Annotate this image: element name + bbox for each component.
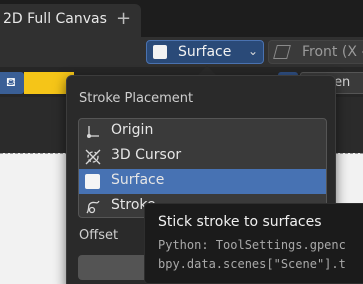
option-label: Surface bbox=[111, 172, 165, 188]
drawing-plane-dropdown[interactable]: Front (X – bbox=[268, 40, 363, 64]
option-label: 3D Cursor bbox=[111, 147, 182, 163]
stroke-placement-value: Surface bbox=[178, 44, 232, 60]
chevron-down-icon: ⌄ bbox=[248, 44, 259, 58]
option-3d-cursor[interactable]: 3D Cursor bbox=[79, 144, 326, 169]
option-label: Origin bbox=[111, 122, 154, 138]
tab-label: 2D Full Canvas bbox=[3, 11, 107, 27]
tooltip-data-path: bpy.data.scenes["Scene"].t bbox=[158, 257, 346, 271]
offset-label: Offset bbox=[79, 228, 119, 243]
brush-icon: ⛾ bbox=[6, 75, 16, 89]
popup-title: Stroke Placement bbox=[79, 91, 194, 106]
origin-icon bbox=[87, 126, 99, 138]
tooltip-title: Stick stroke to surfaces bbox=[158, 214, 322, 230]
surface-icon bbox=[85, 174, 100, 189]
stroke-icon bbox=[86, 200, 100, 214]
option-origin[interactable]: Origin bbox=[79, 119, 326, 144]
cursor-3d-icon bbox=[85, 149, 101, 165]
add-workspace-icon[interactable]: + bbox=[116, 8, 131, 29]
plane-icon bbox=[273, 45, 291, 59]
tool-icon-button[interactable]: ⛾ bbox=[0, 72, 24, 94]
surface-icon bbox=[153, 45, 167, 59]
drawing-plane-value: Front (X – bbox=[302, 44, 363, 60]
option-surface[interactable]: Surface bbox=[79, 169, 326, 194]
tooltip-python-path: Python: ToolSettings.gpenc bbox=[158, 238, 346, 252]
stroke-placement-dropdown[interactable]: Surface ⌄ bbox=[146, 40, 264, 64]
